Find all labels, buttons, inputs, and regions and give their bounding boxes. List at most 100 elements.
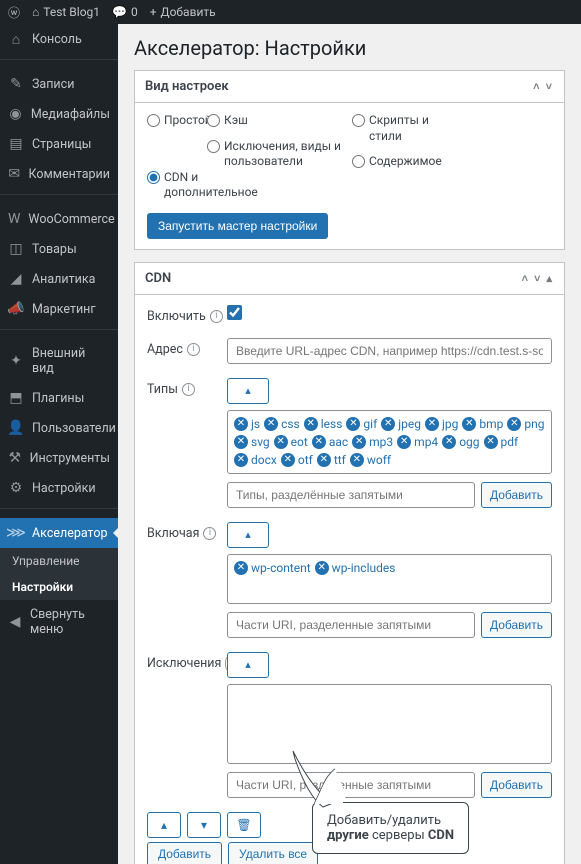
sidebar-item[interactable]: ◉Медиафайлы [0, 99, 118, 129]
including-input[interactable] [227, 612, 475, 638]
remove-tag-icon[interactable]: ✕ [234, 417, 248, 431]
sidebar-item[interactable]: ◢Аналитика [0, 264, 118, 294]
radio-simple[interactable]: Простой [147, 113, 207, 129]
move-down-button[interactable]: ▾ [187, 812, 221, 838]
sidebar-item[interactable]: ✦Внешний вид [0, 339, 118, 383]
collapse-button[interactable]: ▴ [227, 378, 269, 404]
remove-tag-icon[interactable]: ✕ [234, 453, 248, 467]
remove-tag-icon[interactable]: ✕ [234, 435, 248, 449]
info-icon[interactable]: i [203, 527, 216, 540]
remove-tag-icon[interactable]: ✕ [304, 417, 318, 431]
chevron-down-icon[interactable]: ˅ [532, 272, 542, 285]
sidebar-item[interactable]: 👤Пользователи [0, 413, 118, 443]
radio-content[interactable]: Содержимое [352, 154, 447, 170]
site-home-link[interactable]: ⌂Test Blog1 [32, 5, 100, 19]
enable-checkbox[interactable] [227, 305, 242, 320]
radio-scripts[interactable]: Скрипты и стили [352, 113, 447, 144]
chevron-down-icon[interactable]: ˅ [544, 80, 554, 93]
types-tagbox[interactable]: ✕js ✕css ✕less✕gif ✕jpeg ✕jpg ✕bmp ✕png ✕svg ✕eo… [227, 410, 552, 474]
sidebar-item[interactable]: ⌂Консоль [0, 24, 118, 54]
remove-tag-icon[interactable]: ✕ [425, 417, 439, 431]
remove-tag-icon[interactable]: ✕ [281, 453, 295, 467]
tag[interactable]: ✕less [304, 417, 343, 431]
sidebar-item[interactable]: WWooCommerce [0, 204, 118, 234]
remove-tag-icon[interactable]: ✕ [350, 453, 364, 467]
remove-tag-icon[interactable]: ✕ [346, 417, 360, 431]
tag[interactable]: ✕ttf [317, 453, 346, 467]
types-add-button[interactable]: Добавить [481, 482, 552, 508]
remove-tag-icon[interactable]: ✕ [264, 417, 278, 431]
radio-exceptions[interactable]: Исключения, виды и пользователи [207, 139, 352, 170]
tag[interactable]: ✕js [234, 417, 260, 431]
triangle-up-icon[interactable]: ▴ [544, 272, 554, 285]
info-icon[interactable]: i [210, 310, 223, 323]
sidebar-item[interactable]: ⚒Инструменты [0, 443, 118, 473]
remove-tag-icon[interactable]: ✕ [312, 435, 326, 449]
comments-link[interactable]: 💬0 [112, 5, 138, 19]
remove-tag-icon[interactable]: ✕ [352, 435, 366, 449]
tag[interactable]: ✕pdf [484, 435, 519, 449]
tag[interactable]: ✕woff [350, 453, 391, 467]
sidebar-subitem[interactable]: Настройки [0, 574, 118, 600]
radio-cdn[interactable]: CDN и дополнительное [147, 170, 267, 201]
tag[interactable]: ✕eot [274, 435, 308, 449]
delete-button[interactable]: 🗑 [227, 812, 261, 838]
panel-header[interactable]: Вид настроек ˄ ˅ [135, 71, 564, 103]
chevron-up-icon[interactable]: ˄ [520, 272, 530, 285]
types-input[interactable] [227, 482, 475, 508]
tag[interactable]: ✕ogg [442, 435, 479, 449]
exclusions-add-button[interactable]: Добавить [481, 772, 552, 798]
sidebar-item[interactable]: ✉Комментарии [0, 159, 118, 189]
address-input[interactable] [227, 338, 552, 364]
sidebar-item[interactable]: ⋙Акселератор [0, 518, 118, 548]
panel-header[interactable]: CDN ˄ ˅ ▴ [135, 263, 564, 295]
tag[interactable]: ✕jpeg [381, 417, 421, 431]
tag[interactable]: ✕gif [346, 417, 377, 431]
wizard-button[interactable]: Запустить мастер настройки [147, 213, 328, 239]
collapse-button[interactable]: ▴ [227, 522, 269, 548]
sidebar-item[interactable]: ◫Товары [0, 234, 118, 264]
sidebar-item[interactable]: ✎Записи [0, 69, 118, 99]
remove-tag-icon[interactable]: ✕ [442, 435, 456, 449]
remove-tag-icon[interactable]: ✕ [484, 435, 498, 449]
remove-tag-icon[interactable]: ✕ [462, 417, 476, 431]
tag[interactable]: ✕css [264, 417, 300, 431]
remove-tag-icon[interactable]: ✕ [317, 453, 331, 467]
tag[interactable]: ✕jpg [425, 417, 458, 431]
tag[interactable]: ✕wp-includes [315, 561, 396, 575]
sidebar-item[interactable]: ▤Страницы [0, 129, 118, 159]
info-icon[interactable]: i [182, 383, 195, 396]
tag[interactable]: ✕mp4 [397, 435, 438, 449]
remove-tag-icon[interactable]: ✕ [234, 561, 248, 575]
including-add-button[interactable]: Добавить [481, 612, 552, 638]
sidebar-item[interactable]: ⚙Настройки [0, 473, 118, 503]
tag[interactable]: ✕png [507, 417, 544, 431]
info-icon[interactable]: i [187, 343, 200, 356]
tag[interactable]: ✕svg [234, 435, 270, 449]
sidebar-item[interactable]: ⬒Плагины [0, 383, 118, 413]
collapse-button[interactable]: ▴ [227, 652, 269, 678]
wp-logo[interactable]: ⓦ [8, 4, 20, 21]
radio-cache[interactable]: Кэш [207, 113, 352, 129]
tag[interactable]: ✕bmp [462, 417, 503, 431]
exclusions-tagbox[interactable] [227, 684, 552, 764]
sidebar-subitem[interactable]: Управление [0, 548, 118, 574]
add-new-link[interactable]: +Добавить [150, 5, 216, 19]
sidebar-item[interactable]: 📣Маркетинг [0, 294, 118, 324]
tag[interactable]: ✕aac [312, 435, 348, 449]
remove-tag-icon[interactable]: ✕ [397, 435, 411, 449]
move-up-button[interactable]: ▴ [147, 812, 181, 838]
remove-tag-icon[interactable]: ✕ [315, 561, 329, 575]
chevron-up-icon[interactable]: ˄ [531, 80, 541, 93]
including-tagbox[interactable]: ✕wp-content ✕wp-includes [227, 554, 552, 604]
remove-tag-icon[interactable]: ✕ [381, 417, 395, 431]
collapse-menu[interactable]: ◀Свернуть меню [0, 600, 118, 644]
remove-tag-icon[interactable]: ✕ [507, 417, 521, 431]
remove-tag-icon[interactable]: ✕ [274, 435, 288, 449]
tag[interactable]: ✕otf [281, 453, 313, 467]
delete-all-button[interactable]: Удалить все [228, 842, 318, 864]
tag[interactable]: ✕mp3 [352, 435, 393, 449]
tag[interactable]: ✕wp-content [234, 561, 311, 575]
tag[interactable]: ✕docx [234, 453, 277, 467]
add-server-button[interactable]: Добавить [147, 842, 222, 864]
